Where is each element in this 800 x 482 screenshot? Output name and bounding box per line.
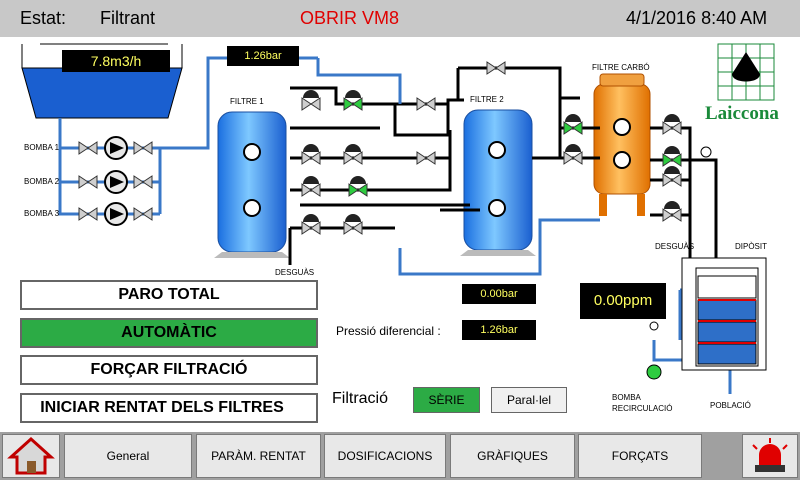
recirc-pump-label-2: RECIRCULACIÓ <box>612 404 673 413</box>
carbon-filter-label: FILTRE CARBÓ <box>592 63 650 72</box>
nav-dosing[interactable]: DOSIFICACIONS <box>324 434 446 478</box>
alarm-button[interactable] <box>742 434 798 478</box>
filter-1-label: FILTRE 1 <box>230 97 264 106</box>
stop-all-button[interactable]: PARO TOTAL <box>20 280 318 310</box>
automatic-button[interactable]: AUTOMÀTIC <box>20 318 318 348</box>
drain-2-label: DESGUÀS <box>655 242 695 251</box>
home-button[interactable] <box>2 434 60 478</box>
alarm-message: OBRIR VM8 <box>300 8 400 28</box>
tank-body <box>21 67 183 119</box>
inlet-pressure-readout: 1.26bar <box>227 46 299 66</box>
series-mode-button[interactable]: SÈRIE <box>413 387 480 413</box>
diff-pressure-readout: 1.26bar <box>462 320 536 340</box>
home-icon <box>7 436 55 475</box>
pump-1-label: BOMBA 1 <box>24 143 60 152</box>
diff-pressure-label: Pressió diferencial : <box>336 324 441 338</box>
filter-2-label: FILTRE 2 <box>470 95 504 104</box>
nav-general[interactable]: General <box>64 434 192 478</box>
nav-charts[interactable]: GRÀFIQUES <box>450 434 575 478</box>
brand-name: Laiccona <box>705 103 779 124</box>
filter-2-tank <box>463 109 533 251</box>
status-value: Filtrant <box>100 8 156 28</box>
deposit-label: DIPÒSIT <box>735 242 768 251</box>
status-bar: Estat: Filtrant OBRIR VM8 4/1/2016 8:40 … <box>0 0 800 37</box>
parallel-mode-button[interactable]: Paral·lel <box>491 387 567 413</box>
alarm-beacon-icon <box>752 438 788 472</box>
datetime: 4/1/2016 8:40 AM <box>626 8 768 28</box>
nav-forced[interactable]: FORÇATS <box>578 434 702 478</box>
tank-flow-readout: 7.8m3/h <box>62 50 170 72</box>
laiccona-logo <box>717 43 775 101</box>
carbon-filter-tank <box>593 83 651 195</box>
ppm-readout: 0.00ppm <box>580 283 666 319</box>
recirc-pump-label-1: BOMBA <box>612 393 641 402</box>
filter-1-tank <box>217 111 287 253</box>
status-label: Estat: <box>20 8 67 28</box>
force-filtration-button[interactable]: FORÇAR FILTRACIÓ <box>20 355 318 385</box>
pump-3-label: BOMBA 3 <box>24 209 60 218</box>
deposit-tank <box>681 257 767 371</box>
start-wash-button[interactable]: INICIAR RENTAT DELS FILTRES <box>20 393 318 423</box>
nav-wash-params[interactable]: PARÀM. RENTAT <box>196 434 321 478</box>
drain-label: DESGUÀS <box>275 268 315 277</box>
pump-2-label: BOMBA 2 <box>24 177 60 186</box>
population-label: POBLACIÓ <box>710 401 751 410</box>
filtration-label: Filtració <box>332 390 389 407</box>
pressure-a-readout: 0.00bar <box>462 284 536 304</box>
pressure-gauge-icon <box>700 146 712 158</box>
recirc-pump-icon <box>646 364 662 380</box>
